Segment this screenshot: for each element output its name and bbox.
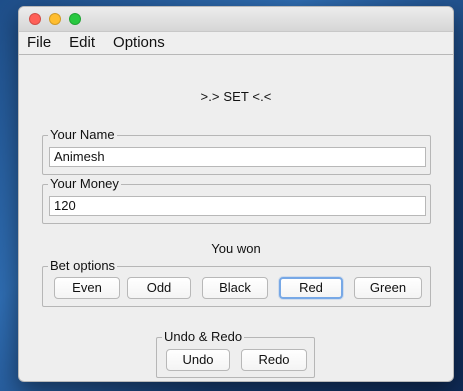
undo-redo-label: Undo & Redo [162,329,245,345]
bet-even-button[interactable]: Even [54,277,120,299]
menu-bar: File Edit Options [19,32,453,55]
bet-odd-button[interactable]: Odd [127,277,191,299]
edit-menu[interactable]: Edit [69,32,95,54]
your-money-field[interactable]: 120 [49,196,426,216]
minimize-window-icon[interactable] [49,13,61,25]
bet-black-button[interactable]: Black [202,277,268,299]
your-name-group: Your Name Animesh [42,127,431,175]
undo-button[interactable]: Undo [166,349,230,371]
game-status-text: You won [211,241,261,256]
bet-options-label: Bet options [48,258,118,274]
file-menu[interactable]: File [27,32,51,54]
close-window-icon[interactable] [29,13,41,25]
redo-button[interactable]: Redo [241,349,307,371]
undo-redo-group: Undo & Redo Undo Redo [156,329,315,378]
your-money-label: Your Money [48,176,121,192]
app-window: File Edit Options >.> SET <.< Your Name … [18,6,454,382]
your-name-label: Your Name [48,127,117,143]
your-name-field[interactable]: Animesh [49,147,426,167]
main-content: >.> SET <.< Your Name Animesh Your Money… [19,55,453,381]
bet-green-button[interactable]: Green [354,277,422,299]
maximize-window-icon[interactable] [69,13,81,25]
bet-red-button[interactable]: Red [279,277,343,299]
bet-options-group: Bet options Even Odd Black Red Green [42,258,431,307]
headline-text: >.> SET <.< [200,89,272,104]
options-menu[interactable]: Options [113,32,165,54]
title-bar [19,7,453,32]
your-money-group: Your Money 120 [42,176,431,224]
